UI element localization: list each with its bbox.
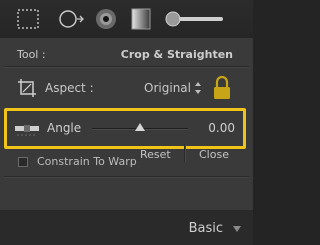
crop-frame-icon[interactable] [16, 77, 38, 99]
constrain-label[interactable]: Constrain To Warp [37, 155, 137, 168]
basic-panel-title: Basic [188, 221, 223, 236]
aspect-row: Aspect : Original [0, 74, 253, 104]
divider [4, 66, 249, 68]
crop-overlay-icon[interactable] [16, 8, 40, 30]
aspect-value: Original [144, 81, 191, 95]
angle-label: Angle [47, 121, 82, 135]
tool-row: Tool : Crop & Straighten [0, 44, 253, 64]
straighten-level-icon[interactable] [13, 117, 41, 139]
angle-slider-thumb[interactable] [135, 123, 145, 131]
lock-icon[interactable] [212, 75, 232, 101]
tool-strip [0, 0, 253, 38]
crop-panel: Tool : Crop & Straighten Aspect : Origin… [0, 38, 253, 210]
aspect-label: Aspect : [45, 81, 94, 95]
constrain-checkbox[interactable] [18, 157, 28, 167]
red-eye-icon[interactable] [93, 7, 119, 31]
angle-row: Angle 0.00 [4, 108, 246, 149]
collapse-triangle-icon[interactable] [233, 226, 241, 232]
graduated-filter-icon[interactable] [130, 7, 152, 31]
aspect-select[interactable]: Original [140, 79, 202, 99]
button-separator [184, 144, 186, 162]
angle-slider[interactable] [92, 123, 188, 131]
angle-value[interactable]: 0.00 [208, 121, 235, 135]
close-button[interactable]: Close [199, 148, 229, 161]
divider [4, 176, 249, 178]
tool-label: Tool : [17, 48, 46, 61]
basic-panel-header[interactable]: Basic [0, 210, 253, 245]
spot-removal-icon[interactable] [57, 8, 85, 30]
reset-button[interactable]: Reset [140, 148, 171, 161]
tool-name: Crop & Straighten [120, 48, 233, 61]
adjustment-brush-icon[interactable] [163, 7, 225, 31]
up-down-arrow-icon [195, 82, 201, 94]
